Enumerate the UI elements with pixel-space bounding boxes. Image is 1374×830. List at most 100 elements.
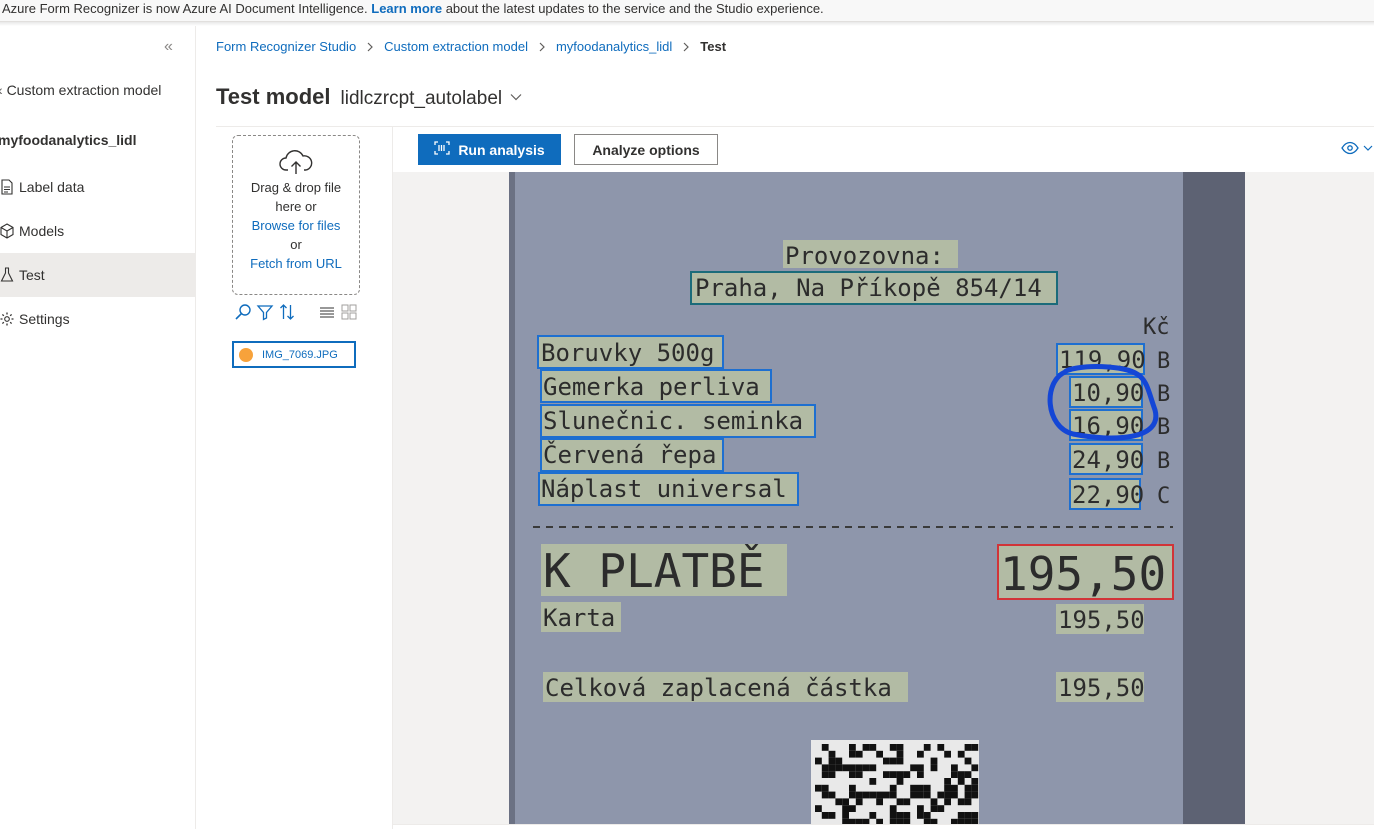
qr-module <box>828 771 836 778</box>
view-options[interactable] <box>1341 141 1373 160</box>
qr-module <box>971 778 979 785</box>
filter-icon[interactable] <box>256 303 274 326</box>
qr-module <box>930 805 938 812</box>
qr-module <box>869 744 877 751</box>
qr-module <box>917 771 924 778</box>
info-banner: Azure Form Recognizer is now Azure AI Do… <box>0 0 1374 22</box>
page-title: Test model lidlczrcpt_autolabel <box>216 84 522 110</box>
qr-module <box>828 791 836 799</box>
breadcrumb-studio[interactable]: Form Recognizer Studio <box>216 39 356 54</box>
qr-module <box>971 812 979 819</box>
sort-icon[interactable] <box>278 303 296 326</box>
qr-module <box>917 812 924 819</box>
qr-module <box>896 744 904 751</box>
browse-files-link[interactable]: Browse for files <box>233 216 359 235</box>
list-view-icon[interactable] <box>318 303 336 326</box>
sidebar-item-label: Models <box>19 223 65 239</box>
search-icon[interactable] <box>234 303 252 326</box>
document-canvas[interactable]: Provozovna: Praha, Na Příkopě 854/14 Kč … <box>393 172 1374 826</box>
qr-module <box>855 764 863 772</box>
qr-module <box>944 750 951 758</box>
document-icon <box>0 179 18 195</box>
nav-back-link[interactable]: ‹ Custom extraction model <box>0 82 161 98</box>
sidebar-item-models[interactable]: Models <box>0 209 196 253</box>
qr-module <box>957 750 965 758</box>
qr-module <box>876 798 883 806</box>
qr-module <box>964 812 972 819</box>
item-price: 10,90 <box>1072 379 1144 407</box>
qr-module <box>930 757 938 765</box>
paid-value: 195,50 <box>1058 674 1145 702</box>
sidebar-item-settings[interactable]: Settings <box>0 297 196 341</box>
qr-module <box>951 771 958 778</box>
model-selector[interactable]: lidlczrcpt_autolabel <box>341 88 503 110</box>
drop-text-1: Drag & drop file <box>250 180 342 195</box>
file-list-item[interactable]: IMG_7069.JPG <box>232 341 356 368</box>
qr-module <box>910 784 917 792</box>
qr-module <box>971 784 979 792</box>
qr-module <box>896 757 904 765</box>
qr-module <box>821 764 829 772</box>
item-tax: B <box>1157 415 1170 440</box>
qr-module <box>889 784 897 792</box>
qr-module <box>917 764 924 772</box>
item-name: Náplast universal <box>541 475 787 503</box>
qr-module <box>828 757 836 765</box>
qr-module <box>862 791 870 799</box>
qr-module <box>917 750 924 758</box>
paid-label: Celková zaplacená částka <box>545 674 892 702</box>
breadcrumb-custom-model[interactable]: Custom extraction model <box>384 39 528 54</box>
drop-text-2: here or <box>275 199 317 214</box>
item-name: Boruvky 500g <box>541 339 714 367</box>
sidebar-item-label-data[interactable]: Label data <box>0 165 196 209</box>
horizontal-scrollbar[interactable] <box>393 824 1374 830</box>
qr-module <box>815 805 822 812</box>
learn-more-link[interactable]: Learn more <box>371 1 442 16</box>
qr-module <box>957 771 965 778</box>
file-drop-zone[interactable]: Drag & drop file here or Browse for file… <box>232 135 360 295</box>
nav-back-label: Custom extraction model <box>6 82 162 98</box>
qr-module <box>862 744 870 751</box>
qr-module <box>944 778 951 785</box>
flask-icon <box>0 267 18 283</box>
qr-module <box>821 744 829 751</box>
analyze-options-button[interactable]: Analyze options <box>574 134 718 165</box>
main-panel: Run analysis Analyze options Provozovna:… <box>392 126 1374 830</box>
chevron-down-icon[interactable] <box>510 93 522 101</box>
receipt-viewer: Provozovna: Praha, Na Příkopě 854/14 Kč … <box>509 172 1245 826</box>
qr-module <box>828 764 836 772</box>
qr-module <box>849 744 856 751</box>
qr-module <box>903 798 911 806</box>
qr-module <box>849 771 856 778</box>
qr-module <box>964 771 972 778</box>
file-panel: Drag & drop file here or Browse for file… <box>216 126 392 829</box>
qr-module <box>889 757 897 765</box>
run-analysis-label: Run analysis <box>458 141 545 158</box>
double-chevron-left-icon[interactable]: « <box>164 38 173 56</box>
qr-module <box>889 791 897 799</box>
qr-module <box>951 784 958 792</box>
qr-module <box>964 744 972 751</box>
qr-module <box>951 791 958 799</box>
qr-module <box>821 784 829 792</box>
qr-module <box>971 764 979 772</box>
qr-module <box>923 812 931 819</box>
qr-module <box>849 784 856 792</box>
chevron-right-icon <box>538 42 546 52</box>
qr-module <box>835 764 843 772</box>
item-price: 24,90 <box>1072 446 1144 474</box>
qr-module <box>883 757 890 765</box>
analysis-toolbar: Run analysis Analyze options <box>393 127 1374 172</box>
qr-module <box>957 778 965 785</box>
fetch-url-link[interactable]: Fetch from URL <box>233 254 359 273</box>
qr-module <box>917 784 924 792</box>
breadcrumb-current: Test <box>700 39 727 54</box>
run-analysis-button[interactable]: Run analysis <box>418 134 561 165</box>
sidebar-item-test[interactable]: Test <box>0 253 196 297</box>
drop-text-or: or <box>290 237 302 252</box>
grid-view-icon[interactable] <box>340 303 358 326</box>
qr-code <box>811 740 979 826</box>
qr-module <box>964 784 972 792</box>
qr-module <box>896 778 904 785</box>
breadcrumb-project[interactable]: myfoodanalytics_lidl <box>556 39 672 54</box>
